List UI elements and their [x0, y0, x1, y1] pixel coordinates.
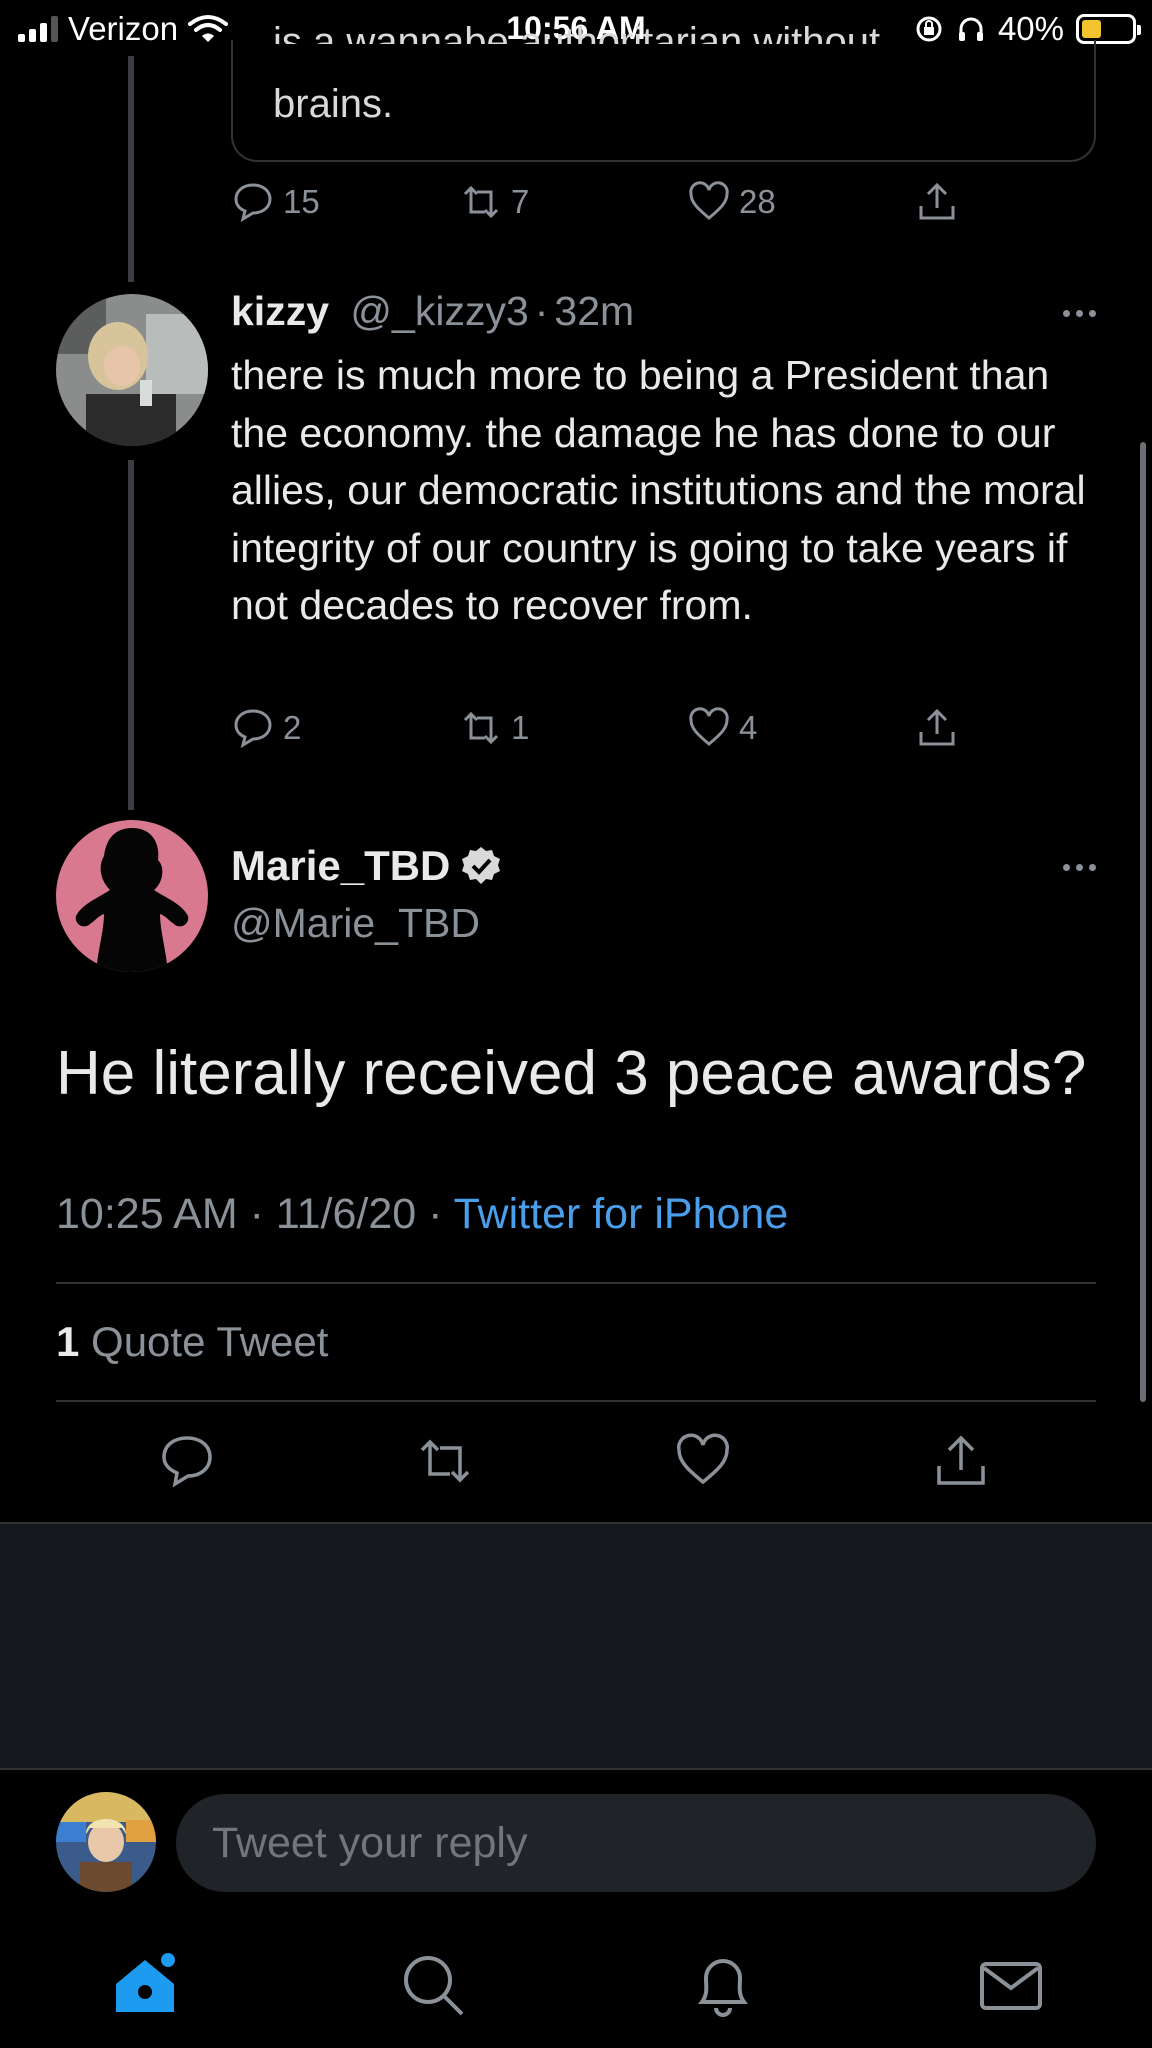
heart-icon [677, 1433, 729, 1485]
quoted-tweet-card[interactable]: is a wannabe authoritarian without brain… [231, 22, 1096, 162]
share-button[interactable] [932, 1432, 990, 1495]
retweet-count: 7 [511, 183, 530, 220]
quote-count: 1 [56, 1318, 80, 1365]
reply-button[interactable]: 15 [231, 180, 320, 224]
home-icon [116, 1953, 175, 2012]
ellipsis-icon [1063, 310, 1070, 317]
divider [56, 1282, 1096, 1284]
tweet-meta: 10:25 AM · 11/6/20 · Twitter for iPhone [56, 1190, 789, 1238]
bell-icon [698, 1959, 748, 2017]
verified-badge-icon [462, 847, 501, 884]
reply-composer: Tweet your reply [0, 1768, 1152, 1898]
tab-home[interactable] [110, 1950, 180, 2020]
retweet-arrows-icon [420, 1439, 470, 1483]
like-button[interactable]: 28 [687, 180, 776, 224]
retweet-count: 1 [511, 709, 530, 746]
speech-bubble-icon [162, 1436, 212, 1488]
reply-button[interactable]: 2 [231, 706, 301, 750]
divider [56, 1400, 1096, 1402]
retweet-arrows-icon [463, 185, 499, 219]
tweet-actions: 15 7 28 [231, 180, 991, 240]
author-handle[interactable]: @Marie_TBD [231, 900, 480, 947]
tweet-text: there is much more to being a President … [231, 352, 1086, 628]
timestamp: 32m [554, 288, 635, 334]
like-button[interactable]: 4 [687, 706, 757, 750]
tab-bar [0, 1900, 1152, 2048]
my-avatar[interactable] [56, 1792, 156, 1892]
tweet-time: 10:25 AM [56, 1190, 238, 1238]
share-upload-icon [937, 1435, 985, 1485]
more-options-button[interactable] [1063, 310, 1096, 317]
retweet-button[interactable]: 7 [459, 180, 529, 224]
like-button[interactable] [674, 1432, 732, 1495]
tweet-header: kizzy @_kizzy3 · 32m [231, 288, 634, 335]
avatar-kizzy[interactable] [56, 294, 208, 446]
tab-search[interactable] [398, 1950, 468, 2020]
reply-count: 2 [283, 709, 302, 746]
author-name[interactable]: kizzy [231, 288, 329, 334]
more-options-button[interactable] [1063, 864, 1096, 871]
heart-icon [689, 181, 729, 220]
author-handle[interactable]: @_kizzy3 [350, 288, 528, 334]
reply-button[interactable] [158, 1432, 216, 1495]
tweet-source-link[interactable]: Twitter for iPhone [454, 1190, 789, 1238]
ellipsis-icon [1063, 864, 1070, 871]
author-name-text: Marie_TBD [231, 842, 451, 889]
separator: · [534, 288, 549, 334]
heart-icon [689, 707, 729, 746]
avatar-marie[interactable] [56, 820, 208, 972]
tab-notifications[interactable] [688, 1950, 758, 2020]
like-count: 28 [739, 183, 776, 220]
reply-count: 15 [283, 183, 320, 220]
quoted-tweet-text: brains. [273, 82, 394, 126]
retweet-button[interactable] [416, 1432, 474, 1495]
share-button[interactable] [915, 706, 959, 750]
quote-label: Quote Tweet [91, 1318, 329, 1365]
empty-area [0, 1522, 1152, 1768]
reply-input[interactable]: Tweet your reply [176, 1794, 1096, 1892]
author-name[interactable]: Marie_TBD [231, 842, 502, 890]
thread-line [128, 460, 134, 810]
main-tweet-actions [0, 1432, 1152, 1496]
tweet-actions: 2 1 4 [231, 706, 991, 766]
speech-bubble-icon [234, 709, 272, 749]
scrollbar[interactable] [1140, 442, 1146, 1402]
share-upload-icon [919, 708, 955, 746]
tweet-date: 11/6/20 [275, 1190, 417, 1238]
thread-line [128, 56, 134, 282]
like-count: 4 [739, 709, 758, 746]
tweet-text: He literally received 3 peace awards? [56, 1039, 1087, 1108]
share-upload-icon [919, 182, 955, 220]
speech-bubble-icon [234, 183, 272, 223]
envelope-icon [980, 1962, 1042, 2010]
search-icon [404, 1956, 464, 2016]
retweet-arrows-icon [463, 711, 499, 745]
quote-tweets-link[interactable]: 1 Quote Tweet [56, 1318, 328, 1366]
quoted-tweet-cut-line: is a wannabe authoritarian without [273, 22, 881, 44]
tab-messages[interactable] [976, 1950, 1046, 2020]
retweet-button[interactable]: 1 [459, 706, 529, 750]
share-button[interactable] [915, 180, 959, 224]
